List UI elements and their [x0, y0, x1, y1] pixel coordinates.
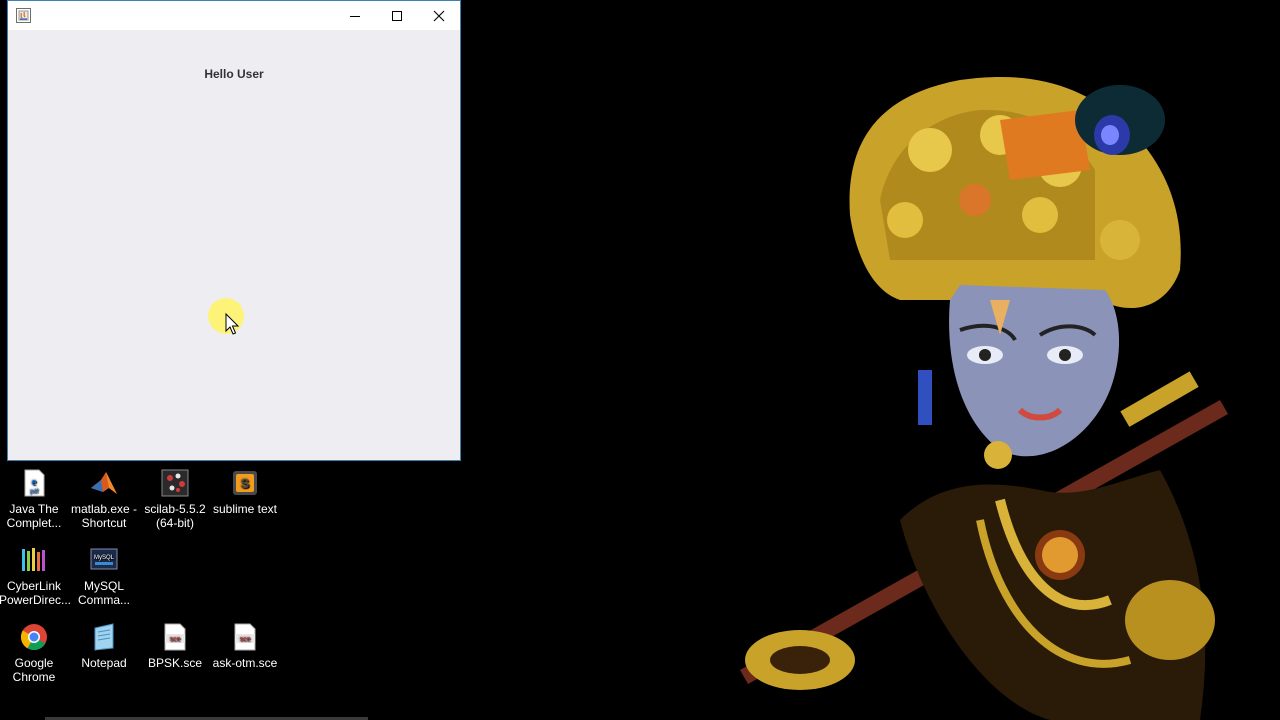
svg-text:sce: sce	[240, 636, 251, 643]
pdf-document-icon: e pdf	[19, 468, 49, 498]
mouse-cursor	[208, 298, 248, 338]
maximize-icon	[392, 10, 402, 21]
svg-text:S: S	[241, 476, 250, 491]
java-app-icon[interactable]	[16, 8, 31, 23]
title-bar[interactable]	[8, 1, 460, 30]
sublime-text-icon: S	[230, 468, 260, 498]
desktop-icon-label: Google Chrome	[12, 656, 56, 684]
desktop-icon-label: ask-otm.sce	[212, 656, 278, 670]
desktop-icon-java-pdf[interactable]: e pdf Java The Complet...	[0, 468, 69, 530]
mysql-icon: MySQL	[89, 545, 119, 575]
matlab-icon	[89, 468, 119, 498]
notepad-icon	[89, 622, 119, 652]
desktop-icon-label: sublime text	[212, 502, 278, 516]
cyberlink-icon	[19, 545, 49, 575]
minimize-button[interactable]	[333, 1, 377, 30]
svg-text:pdf: pdf	[30, 489, 39, 495]
chrome-icon	[19, 622, 49, 652]
close-button[interactable]	[417, 1, 461, 30]
window-content: Hello User	[8, 30, 460, 460]
maximize-button[interactable]	[375, 1, 419, 30]
desktop-icon-label: MySQL Comma...	[77, 579, 130, 607]
app-window: Hello User	[7, 0, 461, 461]
desktop-icon-sublime[interactable]: S sublime text	[210, 468, 280, 516]
sce-file-icon: sce	[160, 622, 190, 652]
desktop-icon-label: matlab.exe - Shortcut	[70, 502, 138, 530]
close-icon	[433, 10, 445, 21]
desktop-icon-label: CyberLink PowerDirec...	[0, 579, 72, 607]
minimize-icon	[350, 15, 360, 17]
scilab-icon	[160, 468, 190, 498]
svg-text:sce: sce	[170, 636, 181, 643]
sce-file-icon: sce	[230, 622, 260, 652]
desktop-icon-label: Java The Complet...	[6, 502, 62, 530]
svg-text:e: e	[32, 476, 37, 488]
desktop-icon-matlab[interactable]: matlab.exe - Shortcut	[69, 468, 139, 530]
desktop-icon-label: Notepad	[81, 656, 127, 670]
desktop-icon-bpsk[interactable]: sce BPSK.sce	[140, 622, 210, 670]
desktop-icon-notepad[interactable]: Notepad	[69, 622, 139, 670]
desktop-icon-scilab[interactable]: scilab-5.5.2 (64-bit)	[140, 468, 210, 530]
desktop-icon-label: scilab-5.5.2 (64-bit)	[144, 502, 206, 530]
hello-label: Hello User	[204, 67, 264, 81]
desktop-icon-mysql[interactable]: MySQL MySQL Comma...	[69, 545, 139, 607]
svg-text:MySQL: MySQL	[94, 555, 115, 561]
desktop-icon-cyberlink[interactable]: CyberLink PowerDirec...	[0, 545, 72, 607]
desktop-icon-label: BPSK.sce	[147, 656, 203, 670]
desktop-icon-chrome[interactable]: Google Chrome	[0, 622, 69, 684]
desktop-icon-ask-otm[interactable]: sce ask-otm.sce	[210, 622, 280, 670]
